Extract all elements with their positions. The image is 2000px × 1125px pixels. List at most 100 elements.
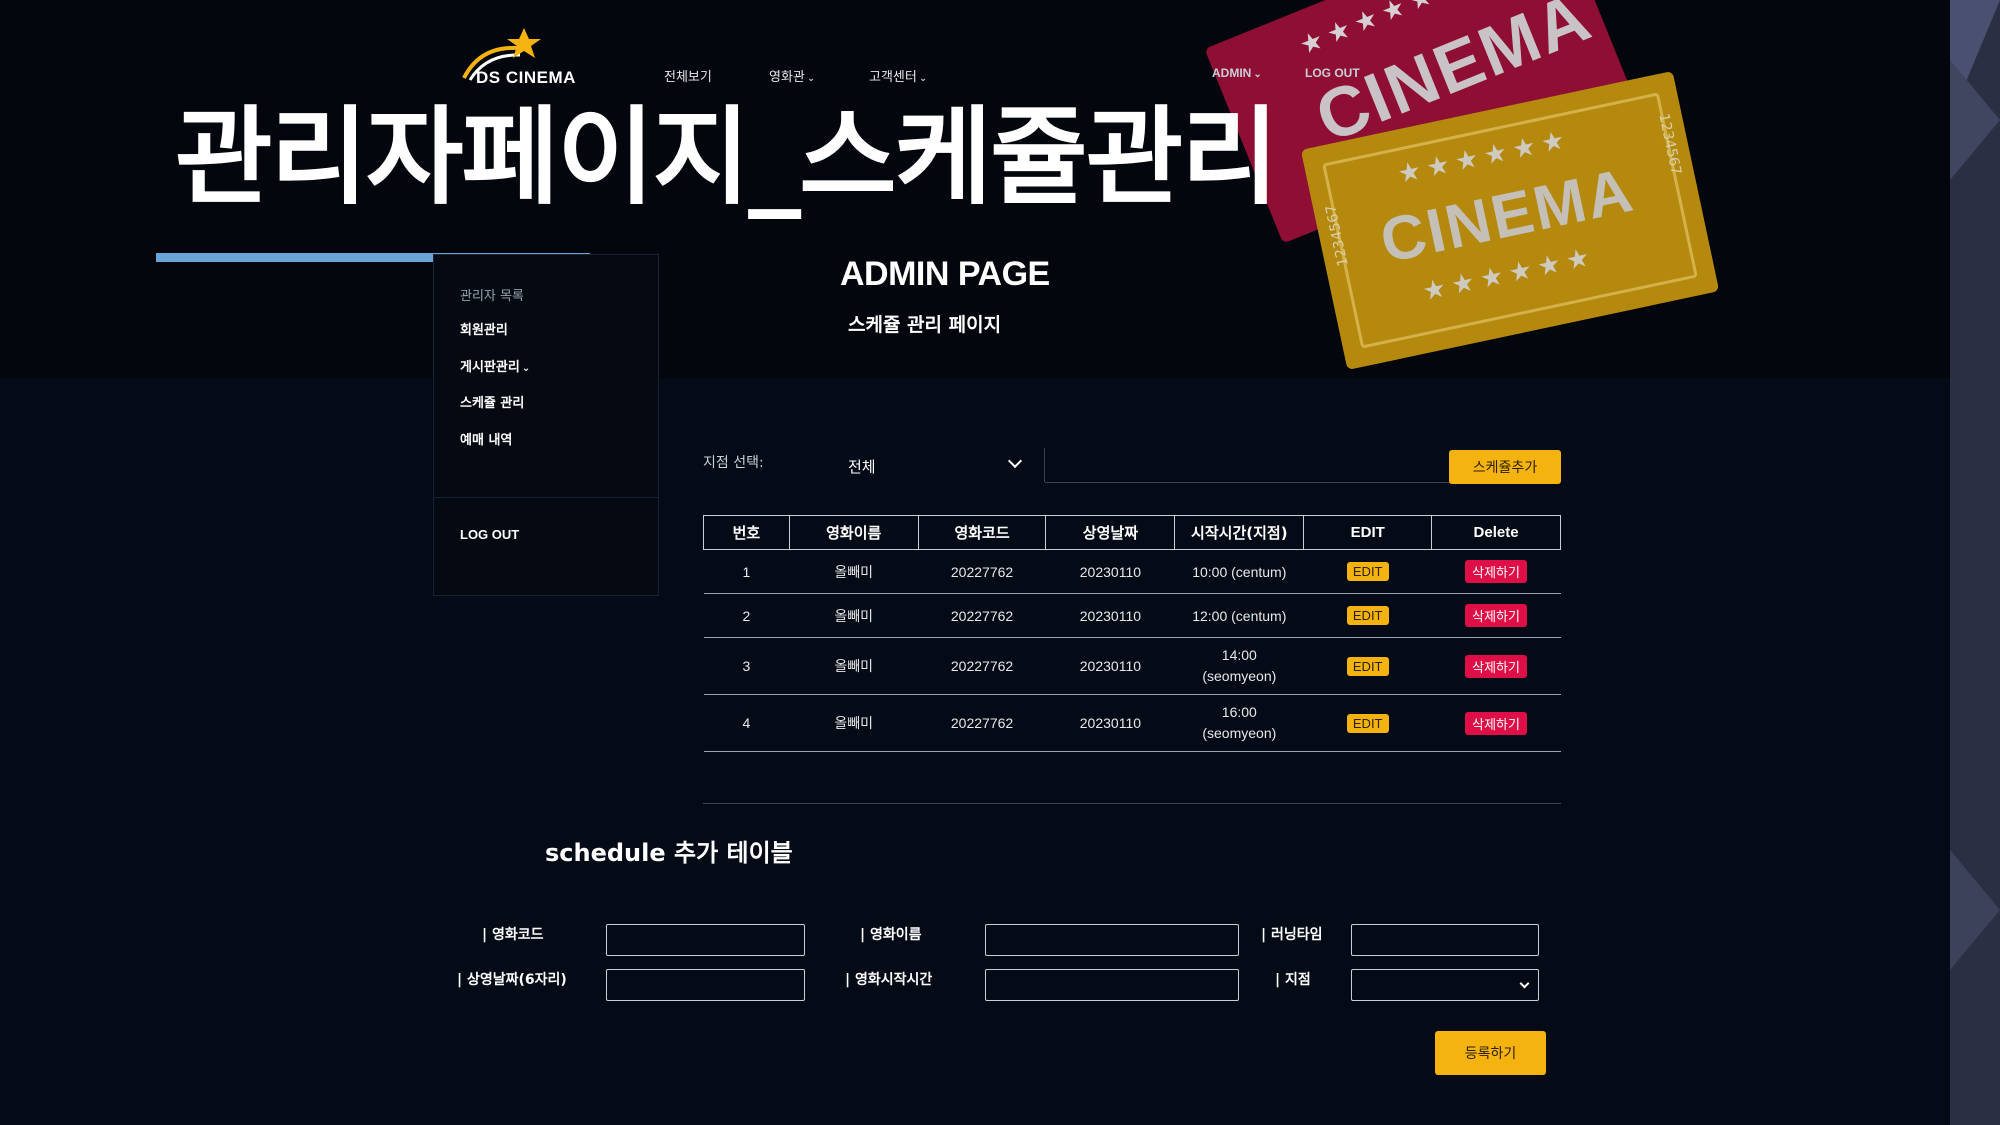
section-divider (703, 803, 1561, 804)
cell-no: 2 (703, 593, 790, 638)
edit-button[interactable]: EDIT (1346, 562, 1389, 581)
nav-all-label: 전체보기 (664, 70, 712, 85)
cell-date: 20230110 (1045, 637, 1175, 695)
start-time-input[interactable] (985, 969, 1239, 1001)
cell-date: 20230110 (1045, 694, 1175, 752)
cell-edit: EDIT (1303, 549, 1432, 594)
col-header-name: 영화이름 (788, 515, 919, 550)
chevron-down-icon: ⌄ (918, 73, 928, 84)
schedule-add-form: | 영화코드 | 영화이름 | 러닝타임 | 상영날짜(6자리) | 영화시작시… (432, 910, 1562, 1010)
label-branch: | 지점 (1275, 972, 1311, 988)
delete-button[interactable]: 삭제하기 (1465, 560, 1527, 583)
cell-time: 12:00 (centum) (1174, 593, 1304, 638)
admin-sidebar: 관리자 목록 회원관리 게시판관리 ⌄ 스케쥴 관리 예매 내역 LOG OUT (433, 254, 659, 596)
right-decor-strip (1950, 0, 2000, 1125)
nav-theater-label: 영화관 (769, 70, 805, 85)
cell-no: 3 (703, 637, 790, 695)
cell-no: 1 (703, 549, 790, 594)
schedule-table: 번호 영화이름 영화코드 상영날짜 시작시간(지점) EDIT Delete 1… (703, 515, 1561, 752)
cell-code: 20227762 (918, 593, 1046, 638)
branch-filter-value: 전체 (848, 458, 876, 476)
form-title: schedule 추가 테이블 (545, 839, 793, 867)
sidebar-item-board[interactable]: 게시판관리 ⌄ (460, 356, 530, 375)
nav-theater[interactable]: 영화관 ⌄ (769, 66, 815, 85)
table-row: 2 올빼미 20227762 20230110 12:00 (centum) E… (703, 593, 1561, 638)
col-header-time: 시작시간(지점) (1174, 515, 1305, 550)
branch-filter-label: 지점 선택: (703, 455, 764, 471)
add-schedule-button[interactable]: 스케쥴추가 (1449, 450, 1561, 484)
delete-button[interactable]: 삭제하기 (1465, 654, 1527, 678)
table-row: 3 올빼미 20227762 20230110 14:00 (seomyeon)… (703, 637, 1561, 695)
movie-name-input[interactable] (985, 924, 1239, 956)
cell-no: 4 (703, 694, 790, 752)
label-start-time: | 영화시작시간 (845, 972, 933, 988)
edit-button[interactable]: EDIT (1346, 606, 1389, 625)
sidebar-item-members[interactable]: 회원관리 (460, 319, 508, 338)
chevron-down-icon (1007, 453, 1023, 469)
cell-delete: 삭제하기 (1431, 549, 1561, 594)
cell-delete: 삭제하기 (1431, 593, 1561, 638)
nav-admin[interactable]: ADMIN ⌄ (1212, 66, 1262, 80)
cell-time: 16:00 (seomyeon) (1174, 694, 1304, 752)
table-row: 1 올빼미 20227762 20230110 10:00 (centum) E… (703, 549, 1561, 594)
sidebar-item-reservations[interactable]: 예매 내역 (460, 429, 512, 448)
sidebar-logout[interactable]: LOG OUT (460, 527, 519, 542)
cell-edit: EDIT (1303, 637, 1432, 695)
col-header-date: 상영날짜 (1045, 515, 1176, 550)
sidebar-heading: 관리자 목록 (460, 289, 524, 304)
col-header-no: 번호 (703, 515, 790, 550)
page-subtitle: 스케쥴 관리 페이지 (848, 314, 1002, 336)
delete-button[interactable]: 삭제하기 (1465, 604, 1527, 627)
ds-cinema-logo[interactable]: DS CINEMA (460, 28, 600, 88)
cell-edit: EDIT (1303, 694, 1432, 752)
col-header-delete: Delete (1431, 515, 1561, 550)
running-time-input[interactable] (1351, 924, 1539, 956)
cell-date: 20230110 (1045, 549, 1175, 594)
filter-divider (1044, 448, 1045, 482)
nav-logout[interactable]: LOG OUT (1305, 66, 1360, 80)
page-title: ADMIN PAGE (840, 255, 1050, 293)
cell-delete: 삭제하기 (1431, 637, 1561, 695)
label-movie-name: | 영화이름 (860, 927, 922, 943)
branch-select[interactable] (1351, 969, 1539, 1001)
delete-button[interactable]: 삭제하기 (1465, 711, 1527, 735)
branch-filter-select[interactable]: 전체 (840, 450, 1026, 482)
logo-text: DS CINEMA (476, 68, 576, 87)
date-input[interactable] (606, 969, 805, 1001)
label-date: | 상영날짜(6자리) (457, 972, 567, 988)
cell-code: 20227762 (918, 694, 1046, 752)
cell-date: 20230110 (1045, 593, 1175, 638)
sidebar-item-board-label: 게시판관리 (460, 360, 520, 375)
edit-button[interactable]: EDIT (1346, 656, 1389, 676)
chevron-down-icon (1519, 978, 1530, 989)
movie-code-input[interactable] (606, 924, 805, 956)
cell-edit: EDIT (1303, 593, 1432, 638)
cell-time: 14:00 (seomyeon) (1174, 637, 1304, 695)
sidebar-item-schedule[interactable]: 스케쥴 관리 (460, 392, 524, 411)
table-row: 4 올빼미 20227762 20230110 16:00 (seomyeon)… (703, 694, 1561, 752)
cell-name: 올빼미 (789, 593, 919, 638)
cell-delete: 삭제하기 (1431, 694, 1561, 752)
nav-admin-label: ADMIN (1212, 66, 1252, 80)
cell-name: 올빼미 (789, 637, 919, 695)
label-movie-code: | 영화코드 (482, 927, 544, 943)
cell-time: 10:00 (centum) (1174, 549, 1304, 594)
nav-support[interactable]: 고객센터 ⌄ (869, 66, 927, 85)
nav-support-label: 고객센터 (869, 70, 917, 85)
cell-code: 20227762 (918, 637, 1046, 695)
col-header-edit: EDIT (1303, 515, 1433, 550)
chevron-down-icon: ⌄ (521, 363, 531, 374)
table-header-row: 번호 영화이름 영화코드 상영날짜 시작시간(지점) EDIT Delete (703, 515, 1561, 550)
nav-all[interactable]: 전체보기 (664, 66, 712, 85)
chevron-down-icon: ⌄ (1253, 69, 1262, 80)
cell-name: 올빼미 (789, 694, 919, 752)
sidebar-divider (434, 497, 658, 498)
col-header-code: 영화코드 (917, 515, 1047, 550)
cell-code: 20227762 (918, 549, 1046, 594)
edit-button[interactable]: EDIT (1346, 713, 1389, 733)
label-running-time: | 러닝타임 (1261, 927, 1323, 943)
headline-title: 관리자페이지_스케쥴관리 (175, 96, 1279, 219)
cell-name: 올빼미 (789, 549, 919, 594)
chevron-down-icon: ⌄ (806, 73, 816, 84)
register-button[interactable]: 등록하기 (1435, 1031, 1546, 1075)
